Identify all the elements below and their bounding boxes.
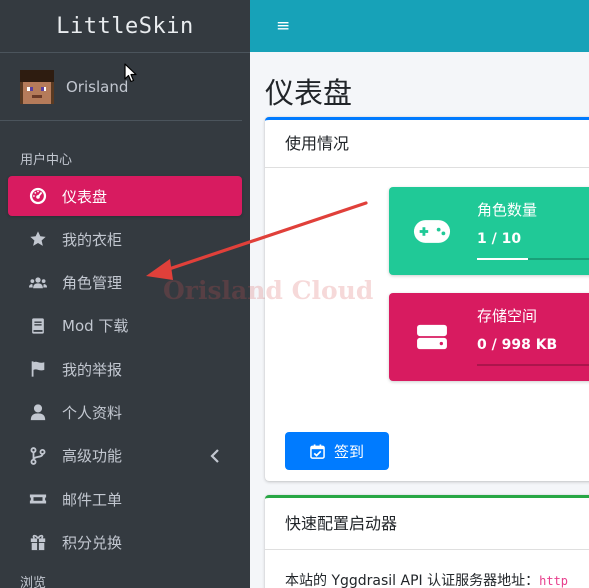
storage-progress-bar bbox=[477, 364, 589, 366]
storage-value: 0 / 998 KB bbox=[477, 337, 558, 353]
sidebar-item-label: 个人资料 bbox=[62, 403, 123, 422]
storage-info-box: 存储空间 0 / 998 KB bbox=[389, 293, 589, 381]
users-icon bbox=[26, 274, 50, 292]
avatar bbox=[20, 69, 54, 104]
gift-icon bbox=[26, 533, 50, 551]
sidebar-item-dashboard[interactable]: 仪表盘 bbox=[8, 176, 242, 216]
gamepad-icon bbox=[413, 213, 451, 249]
user-panel[interactable]: Orisland bbox=[0, 53, 242, 121]
user-name[interactable]: Orisland bbox=[66, 78, 128, 96]
players-progress-fill bbox=[477, 258, 529, 260]
nav-header-user-center: 用户中心 bbox=[20, 153, 73, 168]
book-icon bbox=[26, 317, 50, 335]
brand-name: LittleSkin bbox=[56, 13, 194, 39]
sidebar-item-reports[interactable]: 我的举报 bbox=[8, 349, 242, 389]
sidebar-item-label: 我的衣柜 bbox=[62, 230, 123, 249]
checkin-button[interactable]: 签到 bbox=[285, 432, 389, 470]
sidebar-item-tickets[interactable]: 邮件工单 bbox=[8, 479, 242, 519]
tachometer-icon bbox=[26, 187, 50, 205]
sidebar-nav: 仪表盘 我的衣柜 角色管理 Mod 下载 我的举报 个人资料 高级功能 邮件工单… bbox=[0, 176, 250, 562]
players-label: 角色数量 bbox=[477, 201, 538, 219]
chevron-left-icon[interactable] bbox=[208, 448, 222, 464]
players-info-box: 角色数量 1 / 10 bbox=[389, 187, 589, 275]
sidebar-item-label: 邮件工单 bbox=[62, 490, 123, 509]
menu-toggle-icon[interactable]: ≡ bbox=[276, 16, 290, 36]
players-progress-bar bbox=[477, 258, 589, 260]
hdd-icon bbox=[413, 319, 451, 355]
sidebar-item-score-exchange[interactable]: 积分兑换 bbox=[8, 522, 242, 562]
sidebar-item-label: 高级功能 bbox=[62, 447, 123, 466]
star-icon bbox=[26, 230, 50, 248]
yggdrasil-text: 本站的 Yggdrasil API 认证服务器地址： bbox=[285, 573, 540, 588]
ticket-icon bbox=[26, 490, 50, 508]
launcher-config-card: 快速配置启动器 本站的 Yggdrasil API 认证服务器地址：http bbox=[265, 495, 589, 588]
user-icon bbox=[26, 403, 50, 421]
storage-label: 存储空间 bbox=[477, 307, 538, 325]
sidebar-item-label: 仪表盘 bbox=[62, 187, 108, 206]
code-branch-icon bbox=[26, 446, 50, 465]
brand-logo[interactable]: LittleSkin bbox=[0, 0, 250, 53]
calendar-check-icon bbox=[310, 443, 325, 459]
sidebar-item-closet[interactable]: 我的衣柜 bbox=[8, 219, 242, 259]
nav-header-browse: 浏览 bbox=[20, 575, 47, 588]
sidebar-item-label: Mod 下载 bbox=[62, 317, 129, 336]
watermark-text: Orisland Cloud bbox=[163, 276, 374, 305]
mouse-cursor-icon bbox=[124, 63, 137, 83]
yggdrasil-url[interactable]: http bbox=[539, 574, 568, 588]
usage-card-title: 使用情况 bbox=[265, 120, 589, 168]
players-value: 1 / 10 bbox=[477, 231, 522, 247]
sidebar-item-label: 我的举报 bbox=[62, 360, 123, 379]
top-navbar: ≡ bbox=[250, 0, 589, 52]
sidebar-item-label: 积分兑换 bbox=[62, 533, 123, 552]
sidebar-item-label: 角色管理 bbox=[62, 274, 123, 293]
launcher-card-text: 本站的 Yggdrasil API 认证服务器地址：http bbox=[285, 570, 568, 588]
page-title: 仪表盘 bbox=[265, 76, 353, 110]
flag-icon bbox=[26, 360, 50, 378]
sidebar-item-advanced[interactable]: 高级功能 bbox=[8, 436, 242, 476]
sidebar-item-profile[interactable]: 个人资料 bbox=[8, 392, 242, 432]
checkin-label: 签到 bbox=[333, 442, 364, 461]
launcher-card-title: 快速配置启动器 bbox=[265, 498, 589, 550]
sidebar-item-mod-download[interactable]: Mod 下载 bbox=[8, 306, 242, 346]
